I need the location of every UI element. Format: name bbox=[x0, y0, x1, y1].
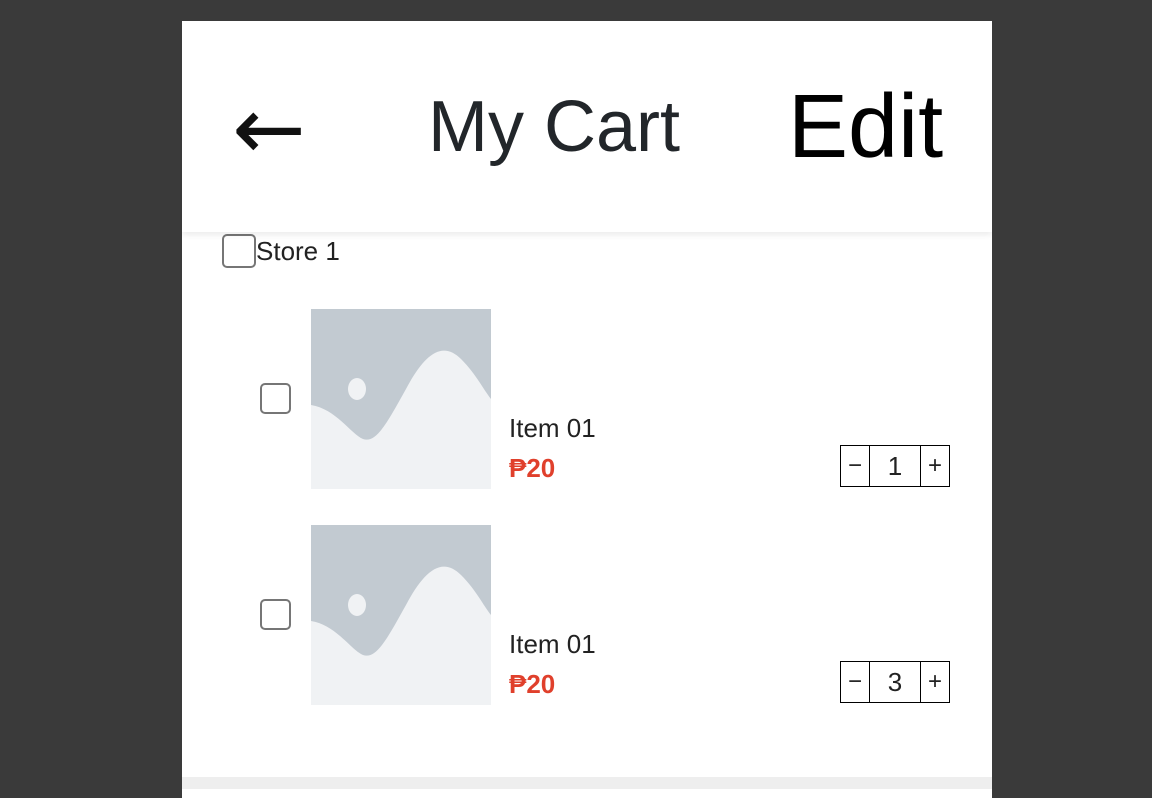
item-price: ₱20 bbox=[509, 669, 556, 699]
store-name: Store 1 bbox=[256, 235, 340, 266]
item-price: ₱20 bbox=[509, 453, 556, 483]
edit-button[interactable]: Edit bbox=[788, 77, 943, 177]
page-title: My Cart bbox=[428, 87, 680, 167]
cart-item: Item 01 ₱20 − 1 + bbox=[182, 309, 992, 489]
cart-panel: ← My Cart Edit Store 1 Item 01 ₱20 − 1 + bbox=[182, 21, 992, 798]
increment-button[interactable]: + bbox=[921, 662, 949, 702]
decrement-button[interactable]: − bbox=[841, 446, 869, 486]
quantity-value[interactable]: 3 bbox=[869, 662, 921, 702]
store-row: Store 1 bbox=[222, 233, 340, 269]
image-placeholder-icon bbox=[311, 309, 491, 489]
decrement-button[interactable]: − bbox=[841, 662, 869, 702]
increment-button[interactable]: + bbox=[921, 446, 949, 486]
item-checkbox[interactable] bbox=[260, 599, 291, 630]
item-checkbox[interactable] bbox=[260, 383, 291, 414]
cart-header: ← My Cart Edit bbox=[182, 21, 992, 232]
cart-item: Item 01 ₱20 − 3 + bbox=[182, 525, 992, 705]
store-checkbox[interactable] bbox=[222, 234, 256, 268]
quantity-stepper: − 3 + bbox=[840, 661, 950, 703]
quantity-value[interactable]: 1 bbox=[869, 446, 921, 486]
footer-divider bbox=[182, 777, 992, 789]
back-arrow-icon[interactable]: ← bbox=[232, 79, 306, 179]
item-name: Item 01 bbox=[509, 413, 596, 443]
image-placeholder-icon bbox=[311, 525, 491, 705]
item-name: Item 01 bbox=[509, 629, 596, 659]
quantity-stepper: − 1 + bbox=[840, 445, 950, 487]
